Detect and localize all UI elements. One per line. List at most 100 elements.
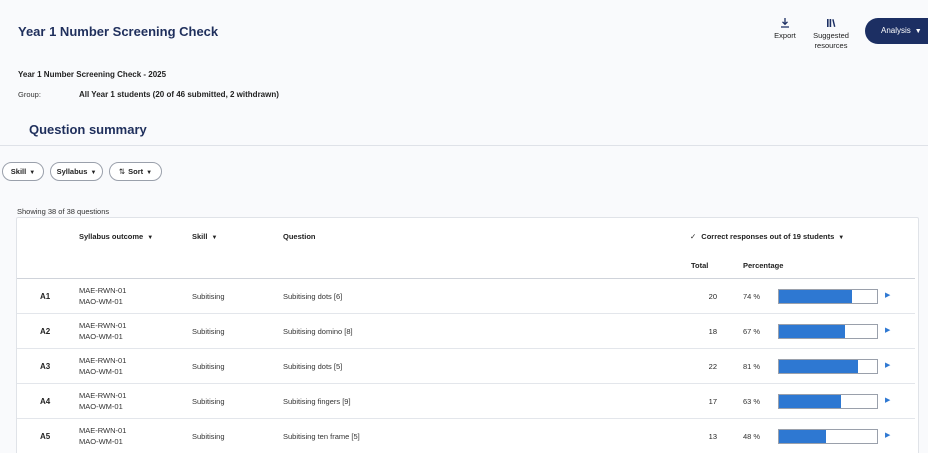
correct-responses-label: Correct responses out of 19 students bbox=[701, 232, 835, 241]
syllabus-outcome-1: MAE-RWN-01 bbox=[79, 286, 127, 295]
resources-label-line2: resources bbox=[814, 41, 848, 50]
percentage-value: 74 % bbox=[743, 292, 761, 301]
showing-count: Showing 38 of 38 questions bbox=[17, 207, 110, 216]
syllabus-outcome-2: MAO-WM-01 bbox=[79, 367, 123, 376]
caret-down-icon: ▼ bbox=[29, 170, 36, 176]
report-title: Year 1 Number Screening Check - 2025 bbox=[18, 70, 167, 79]
total-value: 17 bbox=[708, 397, 717, 406]
skill: Subitising bbox=[192, 432, 225, 441]
total-value: 13 bbox=[708, 432, 717, 441]
percentage-value: 48 % bbox=[743, 432, 761, 441]
resources-label-line1: Suggested bbox=[813, 31, 849, 40]
skill: Subitising bbox=[192, 362, 225, 371]
expand-arrow-icon[interactable]: ▶ bbox=[885, 361, 890, 369]
syllabus-outcome-header-label: Syllabus outcome bbox=[79, 232, 144, 241]
percentage-bar-fill bbox=[779, 395, 841, 408]
sort-icon: ⇅ bbox=[118, 167, 126, 176]
percentage-value: 81 % bbox=[743, 362, 761, 371]
sort-button[interactable]: ⇅ Sort ▼ bbox=[109, 162, 162, 181]
expand-arrow-icon[interactable]: ▶ bbox=[885, 396, 890, 404]
section-title: Question summary bbox=[29, 122, 147, 137]
table-row[interactable]: A5 MAE-RWN-01 MAO-WM-01 Subitising Subiti… bbox=[17, 419, 915, 453]
syllabus-outcome-2: MAO-WM-01 bbox=[79, 332, 123, 341]
syllabus-outcome: MAE-RWN-01 MAO-WM-01 bbox=[79, 320, 126, 342]
group-label: Group: bbox=[18, 90, 41, 99]
syllabus-outcome-2: MAO-WM-01 bbox=[79, 402, 123, 411]
analysis-label: Analysis bbox=[881, 26, 911, 35]
analysis-dropdown-button[interactable]: Analysis ▼ bbox=[865, 18, 928, 44]
syllabus-outcome-2: MAO-WM-01 bbox=[79, 437, 123, 446]
total-value: 18 bbox=[708, 327, 717, 336]
syllabus-filter-button[interactable]: Syllabus ▼ bbox=[50, 162, 103, 181]
syllabus-outcome-2: MAO-WM-01 bbox=[79, 297, 123, 306]
skill: Subitising bbox=[192, 327, 225, 336]
syllabus-outcome-1: MAE-RWN-01 bbox=[79, 426, 127, 435]
syllabus-outcome: MAE-RWN-01 MAO-WM-01 bbox=[79, 425, 126, 447]
syllabus-filter-label: Syllabus bbox=[56, 167, 88, 176]
percentage-value: 67 % bbox=[743, 327, 761, 336]
question-name: Subitising ten frame [5] bbox=[283, 432, 360, 441]
caret-down-icon: ▼ bbox=[211, 235, 218, 241]
export-button[interactable]: Export bbox=[772, 18, 798, 41]
correct-responses-header[interactable]: ✓ Correct responses out of 19 students ▼ bbox=[690, 232, 844, 241]
caret-down-icon: ▼ bbox=[146, 170, 153, 176]
table-row[interactable]: A2 MAE-RWN-01 MAO-WM-01 Subitising Subiti… bbox=[17, 314, 915, 349]
syllabus-outcome-1: MAE-RWN-01 bbox=[79, 321, 127, 330]
caret-down-icon: ▼ bbox=[90, 170, 97, 176]
question-id: A2 bbox=[40, 327, 51, 336]
syllabus-outcome: MAE-RWN-01 MAO-WM-01 bbox=[79, 285, 126, 307]
question-name: Subitising fingers [9] bbox=[283, 397, 351, 406]
percentage-bar bbox=[778, 289, 878, 304]
total-value: 20 bbox=[708, 292, 717, 301]
percentage-bar bbox=[778, 324, 878, 339]
download-icon bbox=[781, 18, 789, 28]
export-label: Export bbox=[774, 31, 796, 40]
question-header: Question bbox=[283, 232, 316, 241]
expand-arrow-icon[interactable]: ▶ bbox=[885, 431, 890, 439]
skill-filter-label: Skill bbox=[10, 167, 27, 176]
table-row[interactable]: A4 MAE-RWN-01 MAO-WM-01 Subitising Subiti… bbox=[17, 384, 915, 419]
syllabus-outcome-header[interactable]: Syllabus outcome ▼ bbox=[79, 232, 153, 241]
expand-arrow-icon[interactable]: ▶ bbox=[885, 326, 890, 334]
caret-down-icon: ▼ bbox=[147, 235, 154, 241]
table-row[interactable]: A1 MAE-RWN-01 MAO-WM-01 Subitising Subiti… bbox=[17, 279, 915, 314]
skill: Subitising bbox=[192, 397, 225, 406]
percentage-value: 63 % bbox=[743, 397, 761, 406]
percentage-header: Percentage bbox=[743, 261, 784, 270]
percentage-bar-fill bbox=[779, 290, 852, 303]
skill-header[interactable]: Skill ▼ bbox=[192, 232, 217, 241]
syllabus-outcome: MAE-RWN-01 MAO-WM-01 bbox=[79, 390, 126, 412]
percentage-bar bbox=[778, 394, 878, 409]
total-value: 22 bbox=[708, 362, 717, 371]
question-name: Subitising dots [5] bbox=[283, 362, 343, 371]
section-divider bbox=[0, 145, 928, 146]
skill-filter-button[interactable]: Skill ▼ bbox=[2, 162, 44, 181]
question-name: Subitising domino [8] bbox=[283, 327, 353, 336]
page-title: Year 1 Number Screening Check bbox=[18, 24, 219, 39]
percentage-bar bbox=[778, 359, 878, 374]
percentage-bar-fill bbox=[779, 430, 827, 443]
question-name: Subitising dots [6] bbox=[283, 292, 343, 301]
skill-header-label: Skill bbox=[192, 232, 208, 241]
syllabus-outcome: MAE-RWN-01 MAO-WM-01 bbox=[79, 355, 126, 377]
syllabus-outcome-1: MAE-RWN-01 bbox=[79, 356, 127, 365]
sort-label: Sort bbox=[128, 167, 144, 176]
total-header: Total bbox=[691, 261, 709, 270]
question-id: A4 bbox=[40, 397, 51, 406]
group-value: All Year 1 students (20 of 46 submitted,… bbox=[79, 90, 279, 99]
library-icon bbox=[827, 19, 836, 27]
question-id: A5 bbox=[40, 432, 51, 441]
syllabus-outcome-1: MAE-RWN-01 bbox=[79, 391, 127, 400]
caret-down-icon: ▼ bbox=[838, 235, 845, 241]
check-icon: ✓ bbox=[690, 232, 697, 241]
percentage-bar bbox=[778, 429, 878, 444]
table-row[interactable]: A3 MAE-RWN-01 MAO-WM-01 Subitising Subiti… bbox=[17, 349, 915, 384]
suggested-resources-button[interactable]: Suggested resources bbox=[806, 18, 856, 51]
caret-down-icon: ▼ bbox=[914, 28, 922, 35]
skill: Subitising bbox=[192, 292, 225, 301]
question-id: A3 bbox=[40, 362, 51, 371]
question-id: A1 bbox=[40, 292, 51, 301]
expand-arrow-icon[interactable]: ▶ bbox=[885, 291, 890, 299]
percentage-bar-fill bbox=[779, 325, 845, 338]
percentage-bar-fill bbox=[779, 360, 859, 373]
